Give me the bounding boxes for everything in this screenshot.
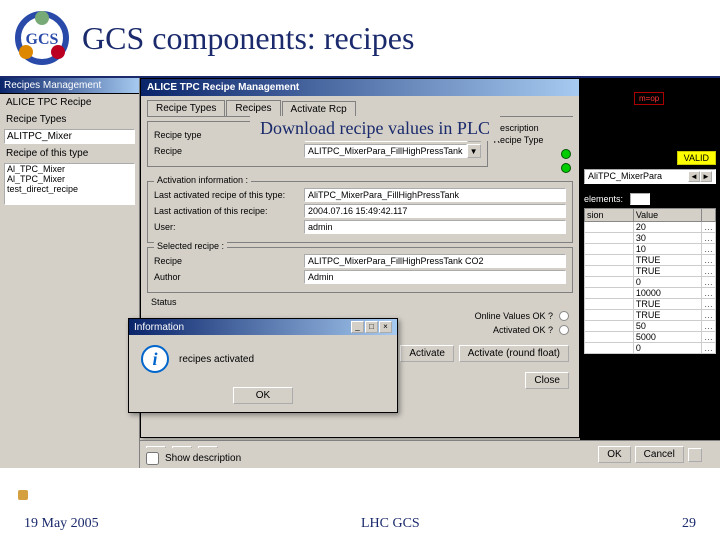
sel-recipe-value: ALITPC_MixerPara_FillHighPressTank CO2 [304, 254, 566, 268]
activate-button[interactable]: Activate [400, 345, 454, 362]
tab-strip: Recipe Types Recipes Activate Rcp [147, 100, 573, 117]
mode-chip: m=op [634, 92, 664, 105]
table-row: 0… [585, 277, 716, 288]
footer-page: 29 [682, 516, 696, 532]
sel-author-value: Admin [304, 270, 566, 284]
recipe-list[interactable]: Al_TPC_Mixer Al_TPC_Mixer test_direct_re… [4, 163, 135, 205]
information-dialog: Information _ □ × i recipes activated OK [128, 318, 398, 413]
subtitle-banner: Download recipe values in PLC [250, 116, 500, 141]
cancel-button[interactable]: Cancel [635, 446, 684, 463]
dialog-message: recipes activated [179, 354, 254, 365]
background-window-left: Recipes Management ALICE TPC Recipe Reci… [0, 78, 140, 468]
group-title: Selected recipe : [154, 241, 227, 251]
values-panel: m=op VALID AliTPC_MixerPara ◄ ► elements… [580, 78, 720, 468]
minimize-icon[interactable]: _ [351, 321, 364, 333]
col-header[interactable]: Value [633, 209, 701, 222]
gcs-logo: GCS [12, 8, 72, 68]
table-row: TRUE… [585, 310, 716, 321]
ok-button[interactable]: OK [233, 387, 293, 404]
list-item[interactable]: Al_TPC_Mixer [5, 174, 134, 184]
info-icon: i [141, 345, 169, 373]
show-desc-label: Show description [165, 453, 241, 464]
window-titlebar[interactable]: ALICE TPC Recipe Management [141, 79, 579, 96]
slide-title: GCS components: recipes [82, 20, 414, 57]
tab-recipes[interactable]: Recipes [226, 100, 280, 116]
list-item[interactable]: Al_TPC_Mixer [5, 164, 134, 174]
radio-indicator-icon [559, 325, 569, 335]
values-table: sionValue 20… 30… 10… TRUE… TRUE… 0… 100… [584, 208, 716, 354]
last-activation-label: Last activation of this recipe: [154, 206, 304, 216]
resize-grip-icon[interactable] [688, 448, 702, 462]
last-type-label: Last activated recipe of this type: [154, 190, 304, 200]
bg-label: Recipe of this type [0, 145, 139, 162]
table-row: 50… [585, 321, 716, 332]
bg-label: ALICE TPC Recipe [0, 94, 139, 111]
bg-label: Recipe Types [0, 111, 139, 128]
description-sub: Recipe Type [494, 135, 571, 145]
bullet-icon [18, 490, 28, 500]
sel-recipe-label: Recipe [154, 256, 304, 266]
close-button[interactable]: Close [525, 372, 569, 389]
footer-center: LHC GCS [361, 516, 420, 532]
col-header[interactable]: sion [585, 209, 634, 222]
scroll-left-icon[interactable]: ◄ [688, 171, 700, 182]
ok-button[interactable]: OK [598, 446, 630, 463]
maximize-icon[interactable]: □ [365, 321, 378, 333]
bg-titlebar: Recipes Management [0, 78, 139, 94]
recipe-combo[interactable]: ALITPC_MixerPara_FillHighPressTank ▼ [304, 144, 481, 158]
table-row: TRUE… [585, 266, 716, 277]
element-name-field[interactable]: AliTPC_MixerPara ◄ ► [584, 169, 716, 184]
close-icon[interactable]: × [379, 321, 392, 333]
table-row: 0… [585, 343, 716, 354]
slide-footer: 19 May 2005 LHC GCS 29 [0, 508, 720, 540]
activation-info-group: Activation information : Last activated … [147, 181, 573, 243]
activate-round-float-button[interactable]: Activate (round float) [459, 345, 569, 362]
scroll-right-icon[interactable]: ► [700, 171, 712, 182]
table-row: 10… [585, 244, 716, 255]
bottom-right-buttons: OK Cancel [580, 440, 720, 468]
chevron-down-icon[interactable]: ▼ [467, 144, 481, 158]
selected-recipe-group: Selected recipe : RecipeALITPC_MixerPara… [147, 247, 573, 293]
table-row: TRUE… [585, 299, 716, 310]
svg-text:GCS: GCS [26, 31, 59, 48]
last-type-value: AliTPC_MixerPara_FillHighPressTank [304, 188, 566, 202]
tab-activate-rcp[interactable]: Activate Rcp [282, 101, 356, 117]
table-row: 10000… [585, 288, 716, 299]
table-row: 20… [585, 222, 716, 233]
recipe-type-field[interactable]: ALITPC_Mixer [4, 129, 135, 144]
elements-count: 23 [630, 193, 650, 205]
show-description-checkbox[interactable] [146, 452, 159, 465]
status-badge: VALID [677, 151, 716, 165]
elements-count-row: elements: 23 [584, 194, 716, 204]
tab-recipe-types[interactable]: Recipe Types [147, 100, 225, 116]
status-led-icon [561, 149, 571, 159]
status-led-icon [561, 163, 571, 173]
user-value: admin [304, 220, 566, 234]
dialog-titlebar[interactable]: Information _ □ × [129, 319, 397, 335]
status-label: Status [151, 297, 301, 307]
radio-indicator-icon [559, 311, 569, 321]
dialog-title: Information [134, 322, 184, 333]
group-title: Activation information : [154, 175, 251, 185]
sel-author-label: Author [154, 272, 304, 282]
list-item[interactable]: test_direct_recipe [5, 184, 134, 194]
last-activation-value: 2004.07.16 15:49:42.117 [304, 204, 566, 218]
recipe-label: Recipe [154, 146, 304, 156]
user-label: User: [154, 222, 304, 232]
table-row: TRUE… [585, 255, 716, 266]
slide-header: GCS GCS components: recipes [0, 0, 720, 78]
table-row: 30… [585, 233, 716, 244]
footer-date: 19 May 2005 [24, 516, 99, 532]
description-label: Description [494, 123, 571, 133]
table-row: 5000… [585, 332, 716, 343]
